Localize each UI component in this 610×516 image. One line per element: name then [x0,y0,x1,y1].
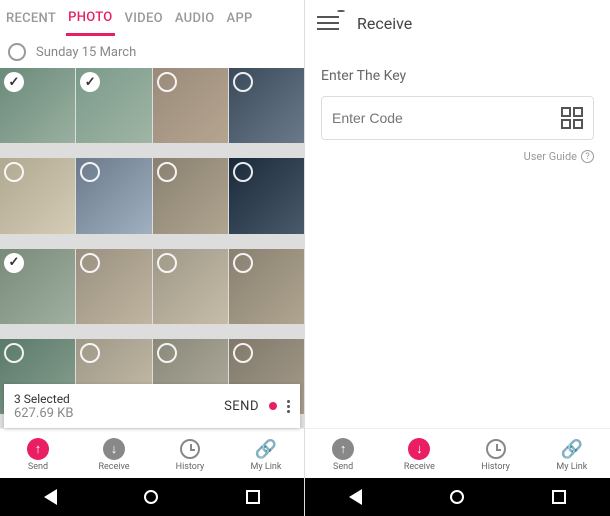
photo-thumbnail[interactable] [153,68,228,143]
nav-label: Send [333,462,353,472]
tab-recent[interactable]: RECENT [4,11,58,26]
send-indicator-icon [269,402,277,410]
guide-label: User Guide [524,150,577,163]
select-circle-icon[interactable] [4,162,24,182]
selection-info-bar: 3 Selected 627.69 KB SEND [4,384,300,428]
nav-label: History [481,462,510,472]
android-recent-icon[interactable] [552,490,566,504]
check-icon[interactable] [4,72,24,92]
selected-size: 627.69 KB [14,406,73,421]
photo-thumbnail[interactable] [229,249,304,324]
android-recent-icon[interactable] [246,490,260,504]
photo-thumbnail[interactable] [153,249,228,324]
select-circle-icon[interactable] [80,343,100,363]
send-icon [332,438,354,460]
android-nav-bar [305,478,610,516]
nav-label: Receive [404,462,435,472]
nav-receive[interactable]: Receive [381,437,457,472]
selected-count: 3 Selected [14,392,73,406]
bottom-navigation: Send Receive History 🔗 My Link [305,428,610,478]
select-circle-icon[interactable] [157,253,177,273]
select-circle-icon[interactable] [157,343,177,363]
qr-scan-icon[interactable] [561,107,583,129]
history-icon [486,439,506,459]
nav-history[interactable]: History [152,437,228,472]
history-icon [180,439,200,459]
tab-app[interactable]: APP [225,11,255,26]
hamburger-menu-icon[interactable] [317,16,339,30]
select-circle-icon[interactable] [233,162,253,182]
nav-label: My Link [251,462,282,472]
date-label: Sunday 15 March [36,45,136,60]
photo-grid [0,68,304,428]
photo-thumbnail[interactable] [0,68,75,143]
select-circle-icon[interactable] [157,72,177,92]
nav-label: History [176,462,205,472]
code-input[interactable] [332,110,561,126]
check-icon[interactable] [80,72,100,92]
user-guide-link[interactable]: User Guide ? [321,150,594,163]
link-icon: 🔗 [560,437,584,461]
photo-thumbnail[interactable] [76,249,151,324]
select-all-icon[interactable] [8,43,26,61]
receive-icon [408,438,430,460]
select-circle-icon[interactable] [233,253,253,273]
category-tabs: RECENT PHOTO VIDEO AUDIO APP [0,0,304,36]
photo-thumbnail[interactable] [76,158,151,233]
send-icon [27,438,49,460]
select-circle-icon[interactable] [80,162,100,182]
select-circle-icon[interactable] [157,162,177,182]
date-header-row[interactable]: Sunday 15 March [0,36,304,68]
tab-video[interactable]: VIDEO [123,11,165,26]
select-circle-icon[interactable] [80,253,100,273]
nav-label: Send [28,462,48,472]
android-back-icon[interactable] [44,489,57,505]
page-title: Receive [357,14,412,33]
link-icon: 🔗 [254,437,278,461]
app-header: Receive [305,0,610,46]
check-icon[interactable] [4,253,24,273]
code-input-row [321,96,594,140]
photo-thumbnail[interactable] [76,68,151,143]
select-circle-icon[interactable] [233,72,253,92]
nav-history[interactable]: History [458,437,534,472]
nav-label: Receive [98,462,129,472]
android-home-icon[interactable] [450,490,464,504]
android-back-icon[interactable] [349,489,362,505]
tab-audio[interactable]: AUDIO [173,11,217,26]
send-button[interactable]: SEND [224,399,259,414]
photo-thumbnail[interactable] [229,158,304,233]
photo-thumbnail[interactable] [153,158,228,233]
photo-thumbnail[interactable] [0,249,75,324]
nav-mylink[interactable]: 🔗 My Link [228,437,304,472]
select-circle-icon[interactable] [233,343,253,363]
nav-mylink[interactable]: 🔗 My Link [534,437,610,472]
notification-badge-icon [337,10,345,12]
android-nav-bar [0,478,304,516]
nav-receive[interactable]: Receive [76,437,152,472]
photo-thumbnail[interactable] [0,158,75,233]
key-input-label: Enter The Key [321,68,594,84]
help-icon: ? [581,150,594,163]
receive-icon [103,438,125,460]
photo-thumbnail[interactable] [229,68,304,143]
select-circle-icon[interactable] [4,343,24,363]
bottom-navigation: Send Receive History 🔗 My Link [0,428,304,478]
nav-send[interactable]: Send [0,437,76,472]
more-options-icon[interactable] [287,400,290,413]
android-home-icon[interactable] [144,490,158,504]
nav-label: My Link [556,462,587,472]
tab-photo[interactable]: PHOTO [66,10,114,36]
nav-send[interactable]: Send [305,437,381,472]
